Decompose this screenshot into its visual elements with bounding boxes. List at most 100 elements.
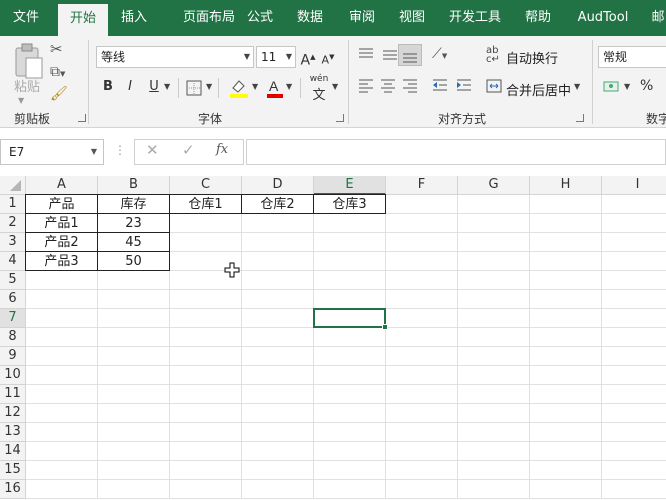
cell-E16[interactable]: [314, 480, 386, 499]
name-box[interactable]: E7 ▼: [0, 139, 104, 165]
fill-handle[interactable]: [382, 324, 388, 330]
cell-D14[interactable]: [242, 442, 314, 461]
cell-H7[interactable]: [530, 309, 602, 328]
tab-file[interactable]: 文件: [2, 0, 50, 36]
cell-D13[interactable]: [242, 423, 314, 442]
cell-D16[interactable]: [242, 480, 314, 499]
tab-developer[interactable]: 开发工具: [440, 0, 510, 36]
cell-I5[interactable]: [602, 271, 666, 290]
cell-B1[interactable]: 库存: [97, 194, 170, 214]
tab-insert[interactable]: 插入: [112, 0, 156, 36]
row-header[interactable]: 8: [0, 328, 26, 347]
cell-G4[interactable]: [458, 252, 530, 271]
cell-A8[interactable]: [26, 328, 98, 347]
row-header[interactable]: 1: [0, 195, 26, 214]
cell-I4[interactable]: [602, 252, 666, 271]
cell-F7[interactable]: [386, 309, 458, 328]
cell-H8[interactable]: [530, 328, 602, 347]
cell-C7[interactable]: [170, 309, 242, 328]
cell-B16[interactable]: [98, 480, 170, 499]
row-header[interactable]: 11: [0, 385, 26, 404]
cell-D7[interactable]: [242, 309, 314, 328]
cell-B14[interactable]: [98, 442, 170, 461]
orientation-icon[interactable]: ⟋▼: [432, 46, 454, 64]
cell-G15[interactable]: [458, 461, 530, 480]
row-header[interactable]: 4: [0, 252, 26, 271]
cell-I6[interactable]: [602, 290, 666, 309]
align-middle-icon[interactable]: [380, 46, 400, 64]
row-header[interactable]: 10: [0, 366, 26, 385]
cell-E11[interactable]: [314, 385, 386, 404]
cell-H2[interactable]: [530, 214, 602, 233]
wrap-text-button[interactable]: 自动换行: [506, 48, 558, 67]
insert-function-button[interactable]: fx: [216, 142, 228, 157]
row-header[interactable]: 13: [0, 423, 26, 442]
row-header[interactable]: 12: [0, 404, 26, 423]
tab-mail[interactable]: 邮: [648, 0, 666, 36]
cell-D6[interactable]: [242, 290, 314, 309]
cell-D9[interactable]: [242, 347, 314, 366]
cell-E15[interactable]: [314, 461, 386, 480]
cell-G2[interactable]: [458, 214, 530, 233]
cell-B6[interactable]: [98, 290, 170, 309]
cell-G13[interactable]: [458, 423, 530, 442]
cell-B10[interactable]: [98, 366, 170, 385]
cell-A12[interactable]: [26, 404, 98, 423]
row-header[interactable]: 7: [0, 309, 26, 328]
cell-A1[interactable]: 产品: [25, 194, 98, 214]
cell-F13[interactable]: [386, 423, 458, 442]
cell-G9[interactable]: [458, 347, 530, 366]
paste-dropdown-icon[interactable]: ▼: [18, 96, 24, 105]
cell-D5[interactable]: [242, 271, 314, 290]
font-size-select[interactable]: 11 ▼: [256, 46, 296, 68]
cell-H11[interactable]: [530, 385, 602, 404]
cell-D11[interactable]: [242, 385, 314, 404]
cell-F2[interactable]: [386, 214, 458, 233]
font-launcher-icon[interactable]: [336, 114, 344, 122]
cell-A10[interactable]: [26, 366, 98, 385]
align-left-icon[interactable]: [356, 76, 376, 94]
cell-F4[interactable]: [386, 252, 458, 271]
cell-G12[interactable]: [458, 404, 530, 423]
formula-input[interactable]: [246, 139, 666, 165]
percent-button[interactable]: %: [640, 78, 653, 94]
cell-H1[interactable]: [530, 195, 602, 214]
cell-B3[interactable]: 45: [97, 232, 170, 252]
fill-color-icon[interactable]: [228, 76, 250, 98]
cell-E1[interactable]: 仓库3: [313, 194, 386, 214]
cell-I11[interactable]: [602, 385, 666, 404]
cell-C14[interactable]: [170, 442, 242, 461]
cell-B4[interactable]: 50: [97, 251, 170, 271]
row-header[interactable]: 5: [0, 271, 26, 290]
chevron-down-icon[interactable]: ▼: [574, 82, 580, 91]
cell-D3[interactable]: [242, 233, 314, 252]
bold-button[interactable]: B: [100, 76, 116, 98]
align-center-icon[interactable]: [378, 76, 398, 94]
column-header[interactable]: D: [242, 176, 314, 195]
grow-font-button[interactable]: A▲: [300, 46, 316, 69]
cell-E9[interactable]: [314, 347, 386, 366]
cell-B7[interactable]: [98, 309, 170, 328]
cell-H13[interactable]: [530, 423, 602, 442]
clipboard-launcher-icon[interactable]: [78, 114, 86, 122]
underline-button[interactable]: U: [146, 76, 162, 98]
cell-D8[interactable]: [242, 328, 314, 347]
cell-D4[interactable]: [242, 252, 314, 271]
chevron-down-icon[interactable]: ▼: [286, 82, 292, 91]
cell-I16[interactable]: [602, 480, 666, 499]
cell-F11[interactable]: [386, 385, 458, 404]
column-header[interactable]: E: [314, 176, 386, 195]
cell-H14[interactable]: [530, 442, 602, 461]
cell-I7[interactable]: [602, 309, 666, 328]
alignment-launcher-icon[interactable]: [576, 114, 584, 122]
number-format-select[interactable]: 常规: [598, 46, 666, 68]
row-header[interactable]: 14: [0, 442, 26, 461]
cell-G14[interactable]: [458, 442, 530, 461]
cell-I14[interactable]: [602, 442, 666, 461]
wrap-text-icon[interactable]: ab c↵: [486, 46, 506, 65]
cell-A3[interactable]: 产品2: [25, 232, 98, 252]
cell-D2[interactable]: [242, 214, 314, 233]
cell-I3[interactable]: [602, 233, 666, 252]
cell-G5[interactable]: [458, 271, 530, 290]
cell-A13[interactable]: [26, 423, 98, 442]
